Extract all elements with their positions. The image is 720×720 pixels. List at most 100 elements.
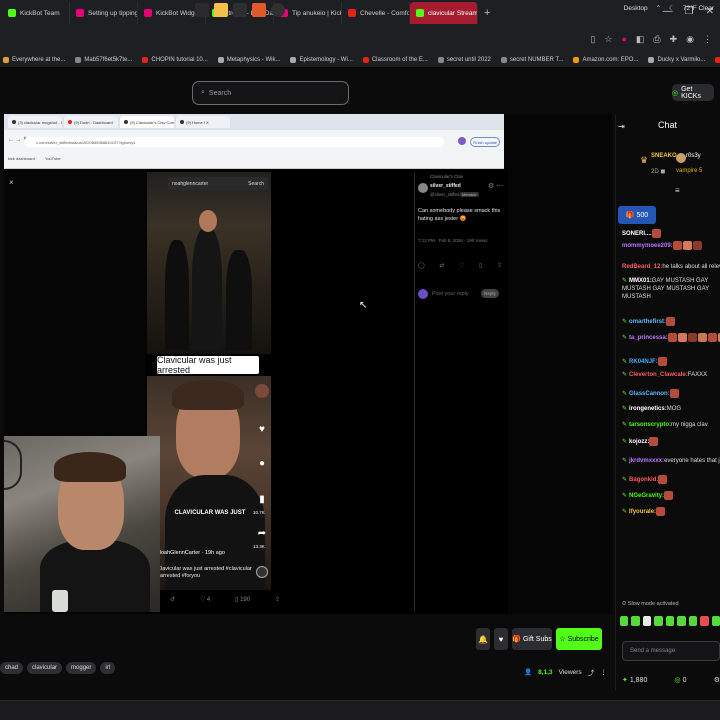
bookmark-item[interactable]: secret until 2022 [437, 56, 491, 63]
read-later-icon[interactable]: ▯ [590, 34, 595, 45]
streamed-bookmark: YouTube [44, 156, 61, 161]
sub-gift-badge[interactable]: 🎁 500 [618, 206, 656, 224]
emote-badge[interactable] [711, 616, 720, 626]
emote-badge[interactable] [688, 616, 698, 626]
browser-tab[interactable]: Chevelle - Comfortable L [342, 2, 410, 24]
file-explorer-icon[interactable] [214, 3, 228, 17]
bookmark-item[interactable]: Amazon.com: EPO... [573, 56, 638, 63]
emote-badge[interactable] [620, 616, 629, 626]
follow-heart-button[interactable]: ♥ [494, 628, 508, 650]
bookmark-item[interactable]: Everywhere at the... [3, 56, 65, 63]
stream-tag[interactable]: mogger [66, 662, 97, 674]
tray-chevron-icon[interactable]: ⌃ [656, 4, 661, 12]
share-icon[interactable]: ⎙ [653, 34, 660, 45]
os-taskbar [0, 700, 720, 720]
obs-icon[interactable] [271, 3, 285, 17]
notification-bell-button[interactable]: 🔔 [476, 628, 490, 650]
chat-title: Chat [657, 120, 677, 130]
bookmark-item[interactable]: Metaphysics - Wik... [217, 56, 280, 63]
emote-badge-row[interactable] [620, 616, 720, 630]
chat-emote-icon [657, 357, 667, 366]
get-kicks-button[interactable]: ◎ Get KICKs [672, 84, 714, 101]
chat-username[interactable]: mommymoee209: [622, 243, 673, 249]
pinned-menu-icon[interactable]: ≡ [675, 186, 680, 195]
extension-icon[interactable]: ● [621, 34, 626, 44]
chat-text: FAXXX [687, 372, 708, 378]
subscribe-button[interactable]: ☆ Subscribe [556, 628, 602, 650]
pip-icon[interactable]: ◧ [636, 34, 645, 45]
bookmark-item[interactable]: secret NUMBER T... [500, 56, 563, 63]
kicks-icon: ◎ [674, 677, 681, 684]
extensions-puzzle-icon[interactable]: ✚ [670, 34, 678, 45]
chat-username[interactable]: Cleverton_Clawcale: [629, 372, 688, 378]
browser-tab[interactable]: KickBot Team [2, 2, 70, 24]
streamed-tab-label: (9) Clavicular's Clav Commu [130, 119, 174, 125]
chat-username[interactable]: MMX01: [629, 278, 652, 284]
chat-username[interactable]: SONERI.... [622, 231, 652, 237]
bookmark-item[interactable]: Ducky x Varmilo... [648, 56, 706, 63]
stream-tag[interactable]: irl [100, 662, 116, 674]
emote-badge[interactable] [677, 616, 686, 626]
chat-username[interactable]: tarsonscrypto: [629, 422, 671, 428]
chat-username[interactable]: ta_princessa: [629, 335, 668, 341]
crowd-figure [192, 228, 222, 350]
share-icon[interactable]: ⤴ [588, 667, 595, 677]
gift-subs-label: Gift Subs [522, 635, 552, 643]
bookmark-item[interactable]: Classroom of the E... [362, 56, 428, 63]
chat-username[interactable]: GlassCannon: [629, 391, 670, 397]
stream-tag[interactable]: chad [0, 662, 24, 674]
bookmark-item[interactable]: Epistemology - Wi... [290, 56, 353, 63]
user-badge-icon: ✎ [622, 493, 628, 500]
menu-kebab-icon[interactable]: ⋮ [703, 34, 712, 45]
emote-badge[interactable] [642, 616, 652, 626]
reply-icon: ◯ [418, 263, 425, 269]
chat-username[interactable]: NGeGravity: [629, 493, 664, 499]
chat-username[interactable]: omarthefirst: [629, 319, 666, 325]
chat-username[interactable]: RedBeard_12: [622, 264, 662, 270]
chat-emote-icon [672, 241, 682, 250]
bookmark-favicon-icon [75, 56, 82, 63]
chat-username[interactable]: Bagonkid: [629, 477, 658, 483]
more-options-icon[interactable]: ⋮ [600, 668, 607, 676]
chat-username[interactable]: jkrdvmxxxx: [629, 458, 664, 464]
browser-tab[interactable]: clavicular Stream - 9 [410, 2, 478, 24]
streamed-bookmark: kick dashboard [8, 156, 35, 161]
stream-action-buttons: 🔔 ♥ 🎁 Gift Subs ☆ Subscribe [476, 628, 606, 650]
chat-username[interactable]: irongenetics: [629, 406, 667, 412]
bookmark-item[interactable]: Mab57f6et5k7te... [75, 56, 132, 63]
emote-badge[interactable] [700, 616, 709, 626]
chat-message-input[interactable]: Send a message [622, 641, 720, 661]
browser-tab[interactable]: Setting up tipping | KickB [70, 2, 138, 24]
chat-settings-icon[interactable]: ⚙ [714, 676, 720, 684]
kicks-balance[interactable]: ◎ 0 [675, 676, 687, 684]
emote-badge[interactable] [631, 616, 640, 626]
taskbar-search-icon[interactable] [195, 3, 209, 17]
bookmark-item[interactable]: CHOPIN tutorial 10... [142, 56, 208, 63]
chat-emote-icon [687, 333, 697, 342]
comment-icon: ● [258, 458, 266, 469]
bookmark-item[interactable]: Rotten Winged Sw... [715, 56, 720, 63]
emote-badge[interactable] [654, 616, 663, 626]
bookmark-label: Ducky x Varmilo... [657, 56, 706, 63]
terminal-icon[interactable] [233, 3, 247, 17]
emote-badge[interactable] [665, 616, 675, 626]
chat-username[interactable]: Ifyourale: [629, 509, 656, 515]
tab-favicon-icon [416, 9, 424, 17]
chat-username[interactable]: kojozz: [629, 439, 649, 445]
profile-icon[interactable]: ◉ [686, 34, 694, 45]
gift-subs-button[interactable]: 🎁 Gift Subs [512, 628, 552, 650]
kick-search-input[interactable]: ⌕ Search [192, 81, 349, 105]
streamed-close-icon: × [9, 178, 14, 187]
bookmark-star-icon[interactable]: ☆ [604, 34, 612, 45]
app-icon[interactable] [252, 3, 266, 17]
taskbar-tray: Desktop ⌃ ☾ 72°F Clear [624, 4, 714, 13]
chat-emote-icon [667, 333, 677, 342]
pinned-rank: 2D ◼ [651, 169, 666, 175]
stream-tag[interactable]: clavicular [27, 662, 63, 674]
desktop-label[interactable]: Desktop [624, 5, 648, 12]
chat-username[interactable]: RK04NJF: [629, 359, 658, 365]
tab-label: Setting up tipping | KickB [88, 9, 138, 17]
new-tab-button[interactable]: + [478, 7, 496, 19]
chat-message: ✎ irongenetics:MOG [622, 405, 720, 413]
points-display[interactable]: ✦ 1,880 [622, 676, 647, 684]
